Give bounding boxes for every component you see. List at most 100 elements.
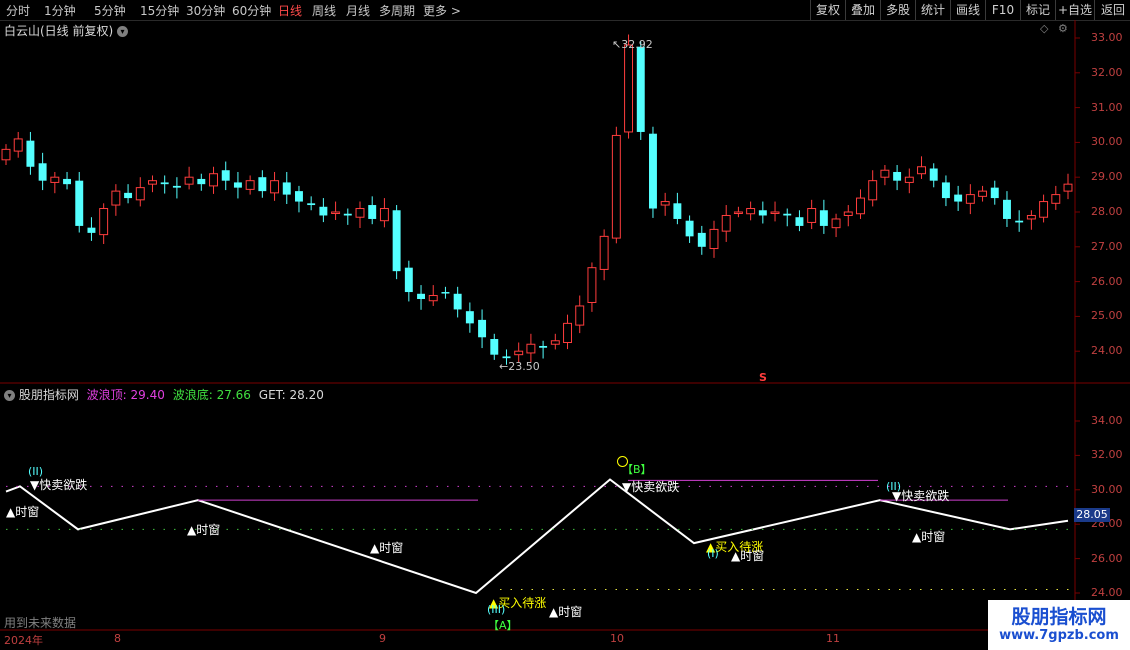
- candle-body: [746, 208, 756, 215]
- candle-body: [1015, 220, 1024, 223]
- period-tab-30min[interactable]: 30分钟: [186, 2, 225, 19]
- dropdown-icon[interactable]: ▾: [117, 26, 129, 37]
- settings-icon[interactable]: ⚙: [1058, 22, 1068, 35]
- period-tab-fenshi[interactable]: 分时: [6, 2, 30, 19]
- candle-body: [807, 208, 817, 223]
- candle-body: [893, 171, 902, 181]
- indicator-tick: 34.00: [1091, 414, 1123, 427]
- date-tick-sep: 9: [379, 632, 386, 645]
- candle-body: [783, 213, 792, 216]
- price-tick: 27.00: [1091, 239, 1123, 253]
- multi-stock-button[interactable]: 多股: [880, 0, 915, 20]
- candle-body: [148, 180, 157, 185]
- price-tick: 26.00: [1091, 274, 1123, 288]
- candle-body: [1039, 201, 1049, 218]
- candle-body: [685, 220, 694, 237]
- candlestick-chart[interactable]: [0, 20, 1130, 650]
- period-tab-more[interactable]: 更多 >: [423, 2, 461, 19]
- candle-body: [392, 210, 401, 272]
- price-tick: 29.00: [1091, 170, 1123, 184]
- time-window-6: ▲时窗: [912, 530, 946, 544]
- candle-body: [954, 194, 963, 202]
- candle-body: [819, 210, 828, 226]
- sell-signal-3: ▼快卖欲跌: [892, 489, 950, 503]
- candle-body: [197, 178, 206, 185]
- add-watchlist-button[interactable]: +自选: [1055, 0, 1094, 20]
- period-tab-60min[interactable]: 60分钟: [232, 2, 271, 19]
- draw-line-button[interactable]: 画线: [950, 0, 985, 20]
- candle-body: [331, 211, 341, 214]
- period-tab-multi[interactable]: 多周期: [379, 2, 415, 19]
- time-window-1: ▲时窗: [6, 505, 40, 519]
- candle-body: [111, 190, 121, 206]
- get-value: GET: 28.20: [258, 388, 324, 402]
- candle-body: [319, 206, 328, 216]
- watermark: 股朋指标网 www.7gpzb.com: [988, 600, 1130, 650]
- candle-body: [1026, 214, 1036, 220]
- stats-button[interactable]: 统计: [915, 0, 950, 20]
- candle-body: [379, 208, 389, 222]
- f10-button[interactable]: F10: [985, 0, 1020, 20]
- candle-body: [648, 133, 657, 209]
- candle-body: [270, 180, 280, 194]
- wave-bottom-value: 波浪底: 27.66: [172, 388, 251, 402]
- period-tab-week[interactable]: 周线: [312, 2, 336, 19]
- period-tab-month[interactable]: 月线: [346, 2, 370, 19]
- candle-body: [38, 163, 47, 181]
- candle-body: [697, 232, 706, 247]
- candle-body: [843, 211, 853, 216]
- candle-body: [160, 182, 169, 185]
- candle-body: [929, 168, 938, 181]
- sell-signal-1: ▼快卖欲跌: [30, 478, 88, 492]
- candle-body: [673, 203, 682, 219]
- mark-button[interactable]: 标记: [1020, 0, 1055, 20]
- diamond-icon[interactable]: ◇: [1040, 22, 1048, 35]
- box-label-b: 【B】: [622, 463, 652, 476]
- candle-body: [721, 214, 731, 232]
- candle-body: [26, 140, 35, 167]
- period-tab-1min[interactable]: 1分钟: [44, 2, 76, 19]
- candlestick-series: [1, 34, 1073, 365]
- price-tick: 24.00: [1091, 344, 1123, 358]
- indicator-dropdown-icon[interactable]: ▾: [4, 390, 15, 401]
- candle-body: [868, 180, 878, 201]
- low-price-label: ←23.50: [499, 360, 540, 373]
- fuquan-button[interactable]: 复权: [810, 0, 845, 20]
- candle-body: [831, 218, 841, 229]
- date-tick-2024: 2024年: [4, 634, 43, 647]
- price-tick: 28.00: [1091, 205, 1123, 218]
- period-tab-day[interactable]: 日线: [278, 2, 302, 19]
- candle-body: [978, 190, 988, 197]
- box-label-a: 【A】: [488, 619, 518, 632]
- candle-body: [124, 192, 133, 199]
- candle-body: [465, 311, 474, 324]
- candle-body: [1063, 183, 1073, 192]
- candle-body: [135, 187, 145, 201]
- candle-body: [1, 148, 11, 161]
- candle-body: [355, 208, 365, 218]
- period-tab-5min[interactable]: 5分钟: [94, 2, 126, 19]
- candle-body: [795, 217, 804, 226]
- candle-body: [856, 197, 865, 215]
- candle-body: [63, 178, 72, 185]
- period-tab-15min[interactable]: 15分钟: [140, 2, 179, 19]
- candle-body: [502, 356, 511, 359]
- current-value-badge: 28.05: [1074, 508, 1110, 522]
- candle-body: [172, 185, 181, 188]
- watermark-url: www.7gpzb.com: [999, 628, 1119, 643]
- candle-body: [441, 292, 450, 294]
- candle-body: [307, 203, 316, 206]
- overlay-button[interactable]: 叠加: [845, 0, 880, 20]
- indicator-title: ▾ 股朋指标网 波浪顶: 29.40 波浪底: 27.66 GET: 28.20: [4, 386, 324, 403]
- price-tick: 31.00: [1091, 100, 1123, 114]
- candle-body: [478, 319, 487, 338]
- candle-body: [599, 235, 609, 270]
- price-tick: 33.00: [1091, 31, 1123, 44]
- candle-body: [941, 182, 950, 199]
- back-button[interactable]: 返回: [1094, 0, 1130, 20]
- candle-body: [258, 177, 267, 192]
- candle-body: [611, 134, 621, 239]
- candle-body: [758, 210, 767, 216]
- candle-body: [1002, 199, 1011, 219]
- low-price-value: 23.50: [508, 360, 540, 373]
